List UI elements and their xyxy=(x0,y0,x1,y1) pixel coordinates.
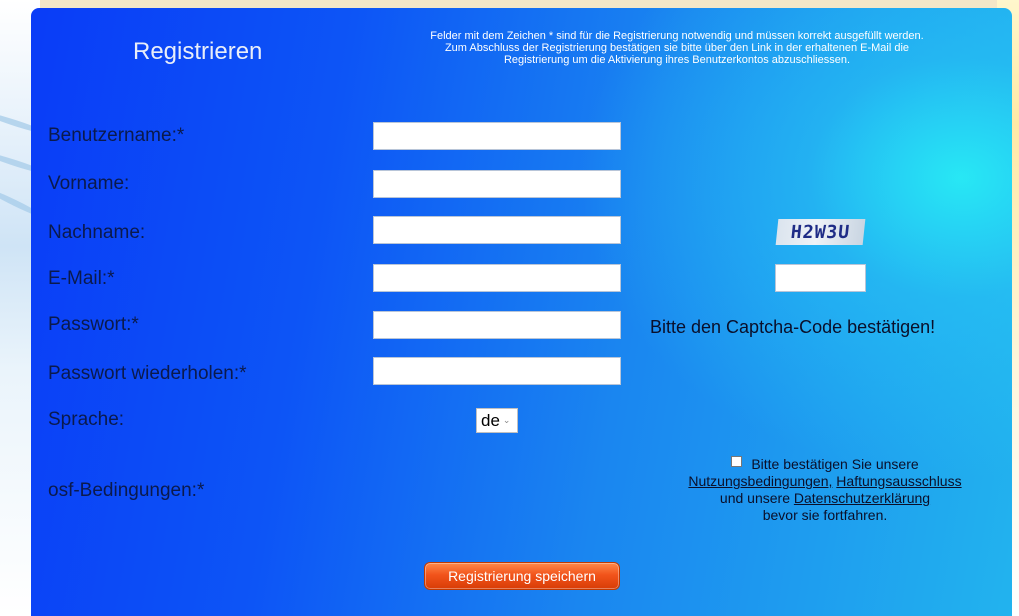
terms-label: osf-Bedingungen:* xyxy=(48,480,205,501)
email-input[interactable] xyxy=(373,264,621,292)
captcha-code: H2W3U xyxy=(789,221,852,243)
password-input[interactable] xyxy=(373,311,621,339)
info-line: Zum Abschluss der Registrierung bestätig… xyxy=(444,42,910,54)
privacy-policy-link[interactable]: Datenschutzerklärung xyxy=(794,490,930,506)
lastname-input[interactable] xyxy=(373,216,621,244)
terms-line4: bevor sie fortfahren. xyxy=(762,507,888,523)
username-label: Benutzername:* xyxy=(48,125,185,146)
terms-and-text: und unsere xyxy=(719,490,790,506)
captcha-input[interactable] xyxy=(775,264,866,292)
username-input[interactable] xyxy=(373,122,621,150)
language-selected-value: de xyxy=(481,410,500,430)
chevron-down-icon: ⌄ xyxy=(502,415,511,425)
firstname-label: Vorname: xyxy=(48,173,130,194)
language-label: Sprache: xyxy=(48,409,125,430)
lastname-label: Nachname: xyxy=(48,222,146,243)
terms-block: Bitte bestätigen Sie unsere Nutzungsbedi… xyxy=(655,456,995,524)
terms-of-use-link[interactable]: Nutzungsbedingungen, xyxy=(688,473,832,489)
password-label: Passwort:* xyxy=(48,314,139,335)
language-select[interactable]: de ⌄ xyxy=(476,408,518,433)
email-label: E-Mail:* xyxy=(48,268,115,289)
captcha-message: Bitte den Captcha-Code bestätigen! xyxy=(650,317,936,337)
disclaimer-link[interactable]: Haftungsausschluss xyxy=(836,473,961,489)
terms-checkbox[interactable] xyxy=(731,456,743,467)
registration-info-text: Felder mit dem Zeichen * sind für die Re… xyxy=(362,30,992,66)
firstname-input[interactable] xyxy=(373,170,621,198)
info-line: Felder mit dem Zeichen * sind für die Re… xyxy=(430,30,924,42)
terms-line1: Bitte bestätigen Sie unsere xyxy=(751,456,919,472)
password-repeat-input[interactable] xyxy=(373,357,621,385)
save-registration-button[interactable]: Registrierung speichern xyxy=(424,562,620,590)
password-repeat-label: Passwort wiederholen:* xyxy=(48,363,247,384)
captcha-image: H2W3U xyxy=(775,219,866,245)
info-line: Registrierung um die Aktivierung ihres B… xyxy=(503,54,851,66)
page-title: Registrieren xyxy=(133,38,263,65)
